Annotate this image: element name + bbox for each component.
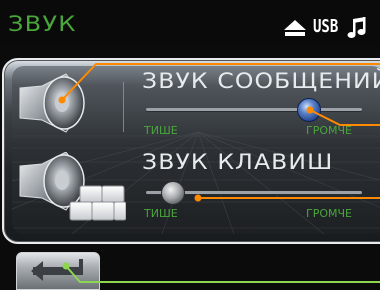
music-note-icon bbox=[347, 17, 366, 38]
key-sound-title: ЗВУК КЛАВИШ bbox=[142, 150, 334, 174]
callout-line-back bbox=[65, 265, 380, 283]
eject-icon bbox=[284, 20, 306, 36]
top-bar: ЗВУК USB bbox=[0, 0, 380, 44]
back-arrow-icon bbox=[31, 259, 83, 281]
page-title: ЗВУК bbox=[8, 12, 77, 36]
message-sound-track[interactable] bbox=[146, 108, 362, 111]
message-sound-max-label: ГРОМЧЕ bbox=[306, 124, 352, 137]
usb-icon: USB bbox=[313, 17, 339, 37]
speaker-keys-icon bbox=[19, 152, 126, 221]
sound-settings-screen: ЗВУК USB ЗВУК СООБЩЕНИЙ ТИШЕ ГРОМЧЕ ЗВУК… bbox=[0, 0, 380, 290]
message-sound-slider-knob[interactable] bbox=[297, 98, 321, 122]
key-sound-slider-knob[interactable] bbox=[160, 181, 185, 205]
message-sound-min-label: ТИШЕ bbox=[144, 124, 178, 137]
key-sound-max-label: ГРОМЧЕ bbox=[306, 207, 352, 220]
back-button[interactable] bbox=[16, 252, 100, 290]
row-divider bbox=[123, 82, 124, 132]
key-sound-min-label: ТИШЕ bbox=[144, 207, 178, 220]
speaker-icon bbox=[19, 73, 85, 133]
message-sound-title: ЗВУК СООБЩЕНИЙ bbox=[142, 69, 380, 93]
